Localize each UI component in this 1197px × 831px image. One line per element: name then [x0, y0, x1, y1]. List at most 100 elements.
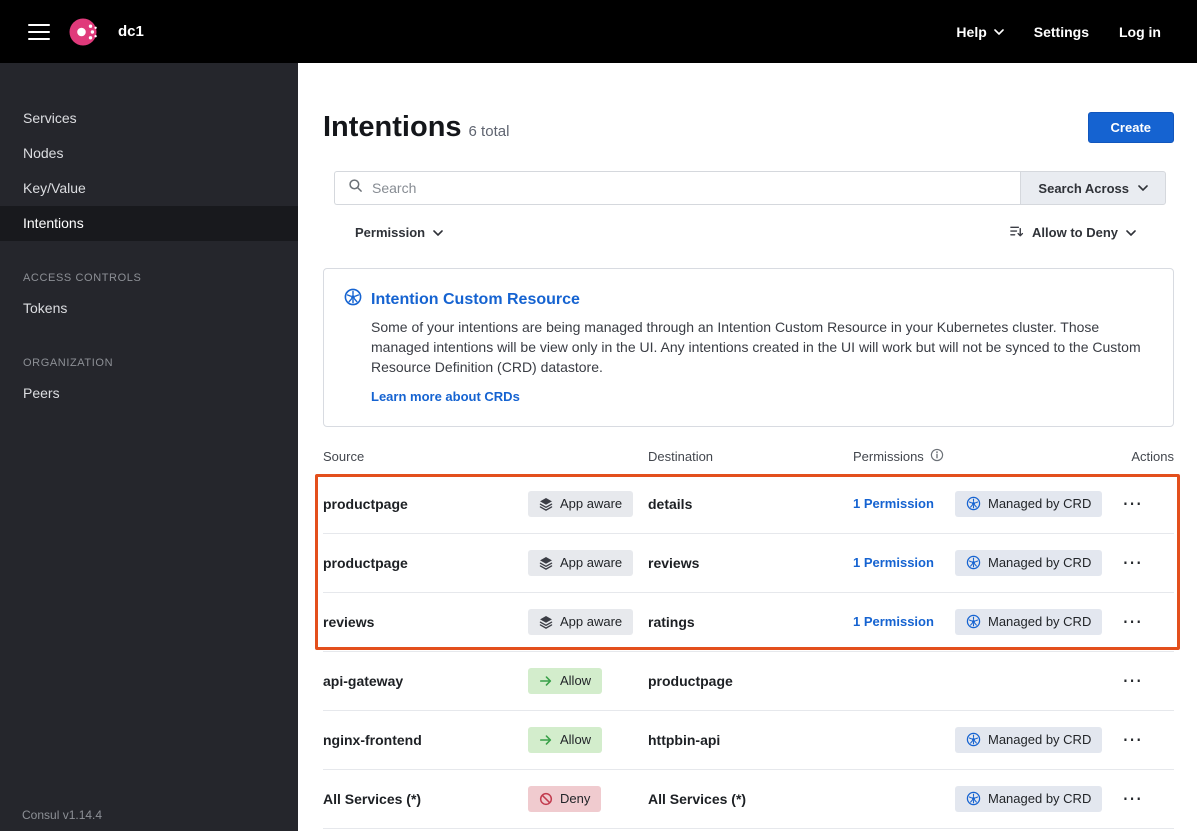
kubernetes-icon [966, 555, 981, 570]
badge-label: App aware [560, 614, 623, 630]
search-across-label: Search Across [1038, 180, 1129, 196]
layers-icon [539, 556, 553, 570]
permission-link[interactable]: 1 Permission [853, 614, 934, 629]
sidebar-item-intentions[interactable]: Intentions [0, 206, 298, 241]
actions-cell: ⋯ [1105, 549, 1174, 577]
permissions-cell: 1 Permission [853, 613, 955, 631]
datacenter-selector[interactable]: dc1 [118, 23, 144, 40]
intentions-table: Source Destination Permissions Actions p… [315, 440, 1180, 829]
crd-cell: Managed by CRD [955, 608, 1105, 635]
settings-link[interactable]: Settings [1034, 24, 1089, 40]
managed-by-crd-badge: Managed by CRD [955, 549, 1103, 576]
actions-cell: ⋯ [1105, 667, 1174, 695]
more-actions-button[interactable]: ⋯ [1116, 608, 1148, 636]
more-actions-button[interactable]: ⋯ [1116, 785, 1148, 813]
info-icon[interactable] [930, 448, 944, 465]
filter-row: Permission Allow to Deny [334, 218, 1166, 247]
source-name[interactable]: All Services (*) [323, 791, 528, 807]
source-name[interactable]: productpage [323, 555, 528, 571]
more-actions-button[interactable]: ⋯ [1116, 490, 1148, 518]
learn-more-crds-link[interactable]: Learn more about CRDs [371, 389, 520, 404]
crd-cell: Managed by CRD [955, 726, 1105, 753]
search-input[interactable] [372, 180, 1008, 196]
source-name[interactable]: api-gateway [323, 673, 528, 689]
more-actions-button[interactable]: ⋯ [1116, 726, 1148, 754]
main-content: Intentions 6 total Create Search Across [298, 63, 1197, 831]
kubernetes-icon [966, 791, 981, 806]
total-count: 6 total [468, 123, 510, 140]
table-row[interactable]: api-gateway Allow productpage ⋯ [323, 651, 1174, 711]
permission-filter-dropdown[interactable]: Permission [334, 225, 443, 240]
table-row[interactable]: reviews App aware ratings 1 Permission M… [323, 592, 1174, 652]
arrow-right-icon [539, 733, 553, 747]
login-link[interactable]: Log in [1119, 24, 1161, 40]
permission-link[interactable]: 1 Permission [853, 555, 934, 570]
permission-filter-label: Permission [355, 225, 426, 240]
sort-dropdown[interactable]: Allow to Deny [1009, 224, 1166, 242]
sidebar-item-keyvalue[interactable]: Key/Value [0, 171, 298, 206]
badge-label: Deny [560, 791, 591, 807]
table-row[interactable]: nginx-frontend Allow httpbin-api Managed… [323, 710, 1174, 770]
search-across-dropdown[interactable]: Search Across [1020, 171, 1166, 205]
chevron-down-icon [433, 229, 443, 236]
more-actions-button[interactable]: ⋯ [1116, 549, 1148, 577]
destination-name[interactable]: httpbin-api [648, 732, 853, 748]
sidebar-item-tokens[interactable]: Tokens [0, 291, 298, 326]
page-title-text: Intentions [323, 111, 462, 143]
sidebar-item-services[interactable]: Services [0, 101, 298, 136]
actions-cell: ⋯ [1105, 608, 1174, 636]
table-row[interactable]: productpage App aware details 1 Permissi… [323, 474, 1174, 534]
destination-name[interactable]: details [648, 496, 853, 512]
menu-icon[interactable] [24, 19, 54, 45]
chevron-down-icon [1138, 185, 1148, 191]
intention-action-badge: App aware [528, 549, 634, 576]
source-name[interactable]: nginx-frontend [323, 732, 528, 748]
arrow-right-icon [539, 674, 553, 688]
kubernetes-icon [344, 288, 362, 311]
crd-badge-label: Managed by CRD [988, 555, 1092, 571]
kubernetes-icon [966, 732, 981, 747]
deny-circle-icon [539, 792, 553, 806]
permissions-cell: 1 Permission [853, 554, 955, 572]
destination-name[interactable]: productpage [648, 673, 853, 689]
badge-label: Allow [560, 732, 592, 748]
column-source: Source [323, 449, 365, 465]
sidebar: Services Nodes Key/Value Intentions ACCE… [0, 63, 298, 831]
sidebar-item-nodes[interactable]: Nodes [0, 136, 298, 171]
crd-badge-label: Managed by CRD [988, 732, 1092, 748]
intention-action-cell: App aware [528, 608, 648, 635]
search-bar: Search Across [334, 171, 1166, 205]
managed-by-crd-badge: Managed by CRD [955, 785, 1103, 812]
source-name[interactable]: productpage [323, 496, 528, 512]
more-actions-button[interactable]: ⋯ [1116, 667, 1148, 695]
intention-action-badge: App aware [528, 608, 634, 635]
column-actions: Actions [1131, 449, 1174, 465]
table-row[interactable]: productpage App aware reviews 1 Permissi… [323, 533, 1174, 593]
destination-name[interactable]: All Services (*) [648, 791, 853, 807]
intention-action-badge: Allow [528, 726, 603, 753]
badge-label: Allow [560, 673, 592, 689]
sidebar-item-peers[interactable]: Peers [0, 376, 298, 411]
intention-action-cell: Allow [528, 667, 648, 694]
crd-badge-label: Managed by CRD [988, 496, 1092, 512]
highlighted-rows-group: productpage App aware details 1 Permissi… [315, 473, 1180, 652]
table-row[interactable]: All Services (*) Deny All Services (*) M… [323, 769, 1174, 829]
permissions-cell: 1 Permission [853, 495, 955, 513]
kubernetes-icon [966, 496, 981, 511]
create-button[interactable]: Create [1087, 112, 1174, 143]
destination-name[interactable]: reviews [648, 555, 853, 571]
column-permissions: Permissions [853, 448, 955, 465]
crd-badge-label: Managed by CRD [988, 614, 1092, 630]
page-title: Intentions 6 total [323, 111, 509, 144]
permissions-header-label: Permissions [853, 449, 924, 465]
destination-name[interactable]: ratings [648, 614, 853, 630]
search-field[interactable] [334, 171, 1021, 205]
intention-action-cell: App aware [528, 549, 648, 576]
intention-action-badge: Deny [528, 785, 602, 812]
permission-link[interactable]: 1 Permission [853, 496, 934, 511]
help-menu[interactable]: Help [956, 24, 1004, 40]
sidebar-section-organization: ORGANIZATION [23, 357, 114, 369]
intention-action-badge: Allow [528, 667, 603, 694]
layers-icon [539, 497, 553, 511]
source-name[interactable]: reviews [323, 614, 528, 630]
